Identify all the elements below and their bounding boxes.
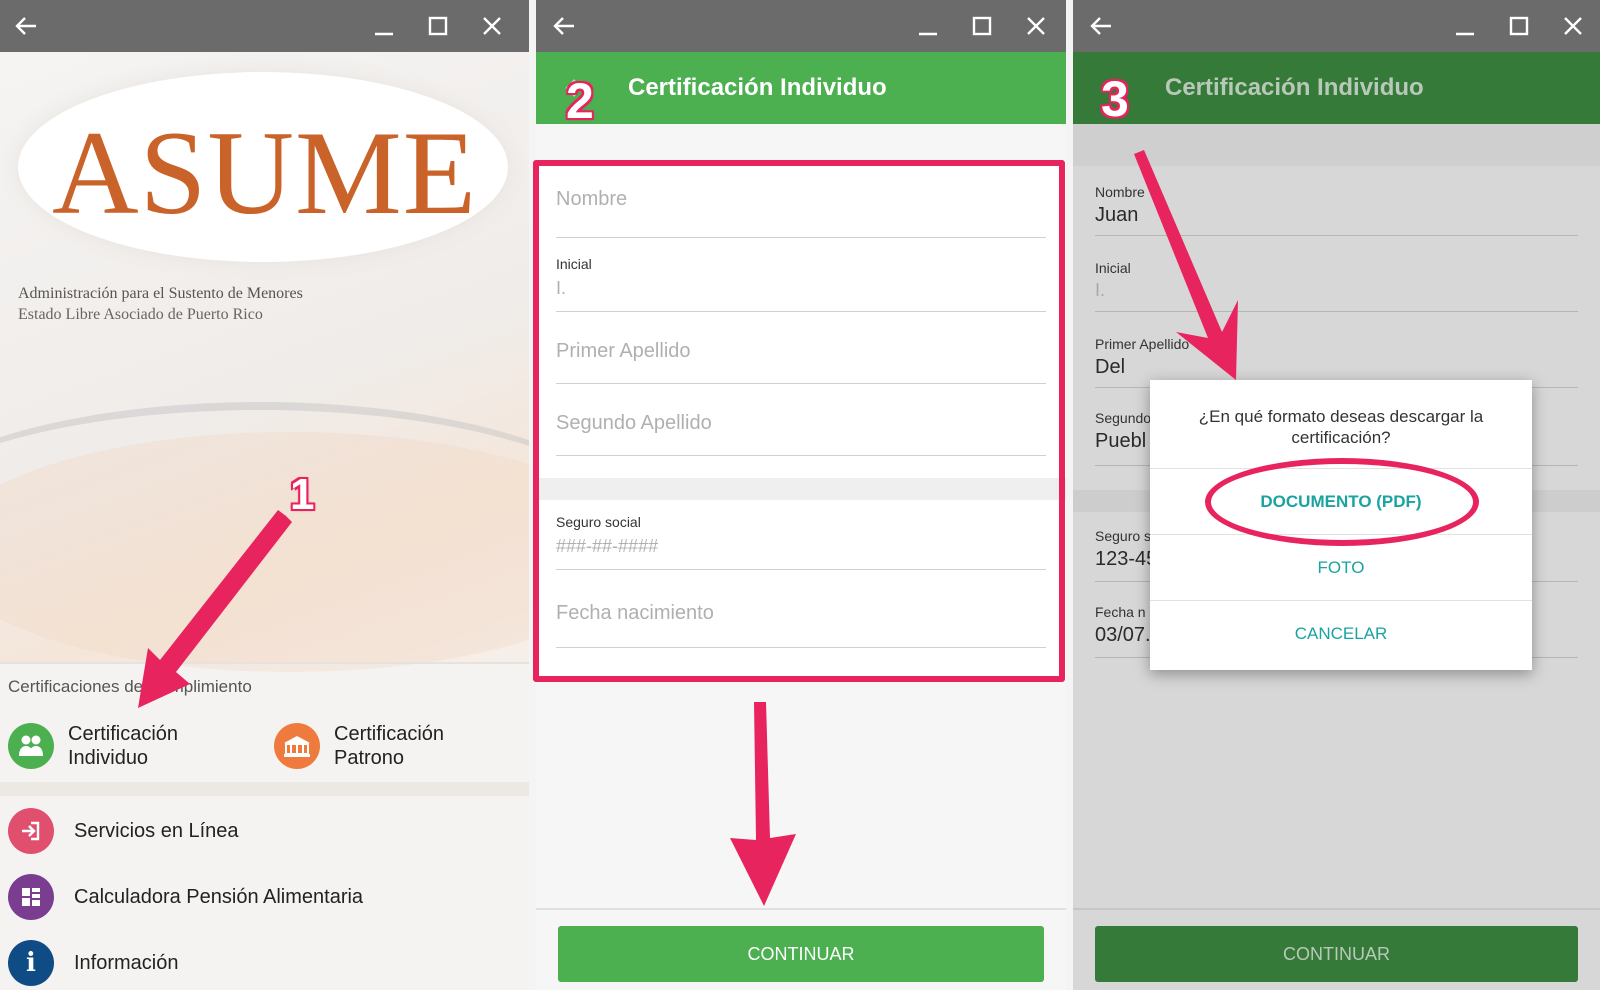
menu-item-label: Servicios en Línea (74, 819, 239, 842)
primer-apellido-value: Del (1095, 356, 1126, 378)
calculator-icon (8, 874, 54, 920)
app-bar: Certificación Individuo (536, 52, 1066, 124)
window-titlebar (0, 0, 529, 52)
certificacion-patrono-label: Certificación Patrono (334, 723, 445, 769)
login-icon (8, 808, 54, 854)
dialog-question: ¿En qué formato deseas descargar la cert… (1198, 407, 1484, 447)
app-bar: Certificación Individuo (1073, 52, 1600, 124)
step-number: 3 (1101, 71, 1129, 127)
pdf-highlight-oval (1205, 458, 1479, 546)
nombre-value: Juan (1095, 204, 1139, 226)
minimize-icon[interactable] (1453, 14, 1477, 38)
agency-name: Administración para el Sustento de Menor… (18, 285, 303, 302)
inicial-field[interactable]: Inicial I. (1095, 260, 1578, 312)
close-icon[interactable] (1561, 14, 1585, 38)
maximize-icon[interactable] (1507, 14, 1531, 38)
inicial-label: Inicial (1095, 260, 1131, 276)
certificacion-individuo-label: Certificación Individuo (68, 723, 179, 769)
bottom-divider (536, 908, 1066, 910)
step-number: 1 (290, 470, 315, 519)
info-icon: i (8, 940, 54, 986)
continuar-button[interactable]: CONTINUAR (1095, 926, 1578, 982)
window-titlebar (1073, 0, 1600, 52)
nombre-field[interactable]: Nombre Juan (1095, 184, 1578, 236)
continuar-button[interactable]: CONTINUAR (558, 926, 1044, 982)
page-title: Certificación Individuo (628, 74, 887, 101)
step-number: 2 (566, 73, 594, 129)
back-arrow-icon[interactable] (1089, 14, 1113, 38)
minimize-icon[interactable] (372, 14, 396, 38)
page-title: Certificación Individuo (1165, 74, 1424, 101)
minimize-icon[interactable] (916, 14, 940, 38)
primer-apellido-label: Primer Apellido (1095, 336, 1190, 352)
inicial-value: I. (1095, 280, 1106, 300)
maximize-icon[interactable] (426, 14, 450, 38)
panel-gap (1066, 0, 1073, 990)
building-icon (274, 723, 320, 769)
menu-item-label: Calculadora Pensión Alimentaria (74, 885, 364, 908)
close-icon[interactable] (480, 14, 504, 38)
divider (0, 782, 529, 796)
menu-item-informacion[interactable]: i Información (8, 937, 179, 989)
nombre-label: Nombre (1095, 184, 1145, 200)
window-titlebar (536, 0, 1066, 52)
people-icon (8, 723, 54, 769)
agency-subtitle: Estado Libre Asociado de Puerto Rico (18, 306, 263, 323)
asume-logo: ASUME (51, 106, 478, 239)
bottom-divider (1073, 908, 1600, 910)
close-icon[interactable] (1024, 14, 1048, 38)
maximize-icon[interactable] (970, 14, 994, 38)
certificacion-individuo-button[interactable]: Certificación Individuo (8, 718, 218, 774)
menu-item-label: Información (74, 951, 179, 974)
menu-item-servicios[interactable]: Servicios en Línea (8, 805, 239, 857)
certificacion-patrono-button[interactable]: Certificación Patrono (274, 718, 484, 774)
back-arrow-icon[interactable] (14, 14, 38, 38)
menu-item-calculadora[interactable]: Calculadora Pensión Alimentaria (8, 871, 363, 923)
cancelar-button[interactable]: CANCELAR (1150, 600, 1532, 666)
section-label: Certificaciones de Cumplimiento (8, 677, 252, 696)
home-screen: ASUME Administración para el Sustento de… (0, 0, 529, 990)
form-highlight-box (533, 160, 1065, 682)
back-arrow-icon[interactable] (552, 14, 576, 38)
